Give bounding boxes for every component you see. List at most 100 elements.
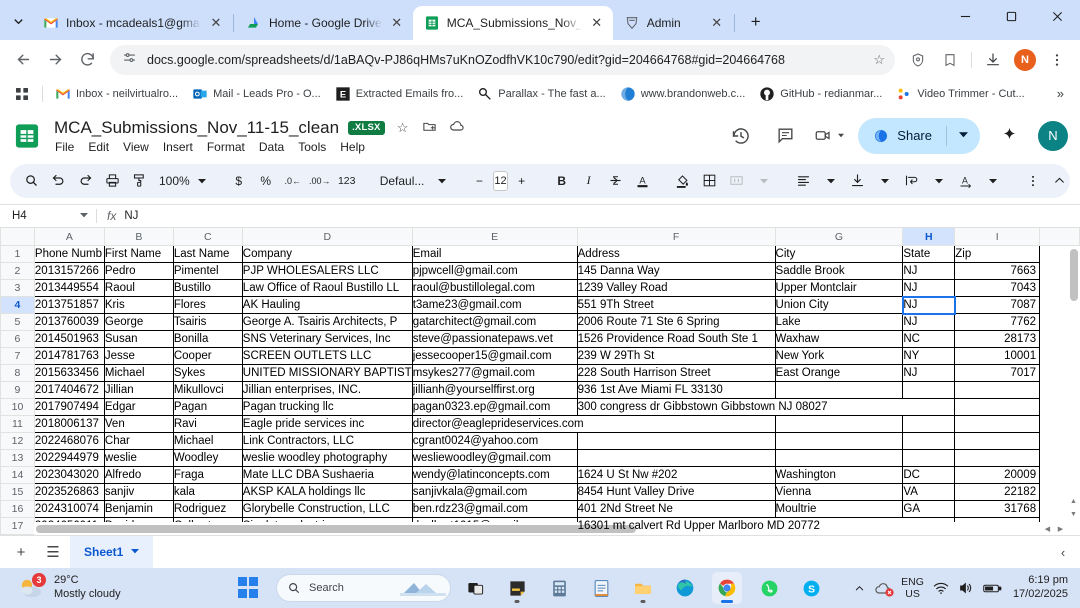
cell-d8[interactable]: UNITED MISSIONARY BAPTIST — [241, 364, 413, 383]
decrease-decimal-button[interactable]: .0 ← — [280, 168, 306, 194]
menu-data[interactable]: Data — [258, 140, 285, 154]
cell-b15[interactable]: sanjiv — [103, 483, 174, 502]
cell-a8[interactable]: 2015633456 — [33, 364, 105, 383]
cell-a6[interactable]: 2014501963 — [33, 330, 105, 349]
row-header-4[interactable]: 4 — [0, 296, 35, 315]
cell-a15[interactable]: 2023526863 — [33, 483, 105, 502]
cell-d5[interactable]: George A. Tsairis Architects, P — [241, 313, 413, 332]
table-row[interactable]: 12 2022468076 Char Michael Link Contract… — [0, 432, 1080, 451]
wifi-icon[interactable] — [933, 581, 949, 595]
row-header-11[interactable]: 11 — [0, 415, 35, 434]
cell-i11[interactable] — [954, 415, 1041, 434]
browser-tab-mca-submissions[interactable]: MCA_Submissions_Nov_11-15_c ✕ — [412, 6, 613, 40]
forward-icon[interactable] — [40, 45, 70, 75]
cell-d1[interactable]: Company — [241, 245, 413, 264]
cell-c8[interactable]: Sykes — [172, 364, 243, 383]
cell-h1[interactable]: State — [902, 245, 956, 264]
cell-b14[interactable]: Alfredo — [103, 466, 174, 485]
table-row[interactable]: 15 2023526863 sanjiv kala AKSP KALA hold… — [0, 483, 1080, 502]
horizontal-align-button[interactable] — [791, 168, 817, 194]
cell-b5[interactable]: George — [103, 313, 174, 332]
menu-help[interactable]: Help — [339, 140, 366, 154]
row-header-14[interactable]: 14 — [0, 466, 35, 485]
currency-format-button[interactable]: $ — [226, 168, 252, 194]
text-rotation-button[interactable]: A — [953, 168, 979, 194]
menu-view[interactable]: View — [122, 140, 150, 154]
cell-b11[interactable]: Ven — [103, 415, 174, 434]
undo-icon[interactable] — [45, 168, 71, 194]
cell-f14[interactable]: 1624 U St Nw #202 — [576, 466, 776, 485]
cell-c3[interactable]: Bustillo — [172, 279, 243, 298]
font-selector[interactable]: Defaul... — [374, 174, 453, 188]
windows-start-icon[interactable] — [238, 577, 260, 599]
table-row[interactable]: 10 2017907494 Edgar Pagan Pagan trucking… — [0, 398, 1080, 417]
cell-f6[interactable]: 1526 Providence Road South Ste 1 — [576, 330, 776, 349]
column-header-f[interactable]: F — [576, 227, 776, 247]
cell-h11[interactable] — [902, 415, 956, 434]
row-header-8[interactable]: 8 — [0, 364, 35, 383]
select-all-corner[interactable] — [0, 227, 35, 247]
cell-g12[interactable] — [774, 432, 904, 451]
cell-h12[interactable] — [902, 432, 956, 451]
cell-h16[interactable]: GA — [902, 500, 956, 519]
cell-i3[interactable]: 7043 — [954, 279, 1041, 298]
cell-d2[interactable]: PJP WHOLESALERS LLC — [241, 262, 413, 281]
table-row[interactable]: 5 2013760039 George Tsairis George A. Ts… — [0, 313, 1080, 332]
table-row[interactable]: 3 2013449554 Raoul Bustillo Law Office o… — [0, 279, 1080, 298]
maximize-icon[interactable] — [988, 0, 1034, 32]
extensions-icon[interactable] — [935, 45, 965, 75]
comment-icon[interactable] — [770, 121, 800, 151]
site-settings-icon[interactable] — [122, 50, 137, 70]
cell-c10[interactable]: Pagan — [172, 398, 243, 417]
cell-f5[interactable]: 2006 Route 71 Ste 6 Spring — [576, 313, 776, 332]
decrease-font-size-button[interactable]: − — [466, 168, 492, 194]
calculator-icon[interactable] — [544, 572, 574, 604]
cell-c11[interactable]: Ravi — [172, 415, 243, 434]
cell-d9[interactable]: Jillian enterprises, INC. — [241, 381, 413, 400]
url-text[interactable]: docs.google.com/spreadsheets/d/1aBAQv-PJ… — [147, 53, 863, 67]
onedrive-offline-icon[interactable] — [874, 581, 894, 597]
cell-h15[interactable]: VA — [902, 483, 956, 502]
sheet-tab-sheet1[interactable]: Sheet1 — [70, 535, 154, 568]
cell-e8[interactable]: msykes277@gmail.com — [411, 364, 578, 383]
cell-g1[interactable]: City — [774, 245, 904, 264]
more-formats-button[interactable]: 123 — [334, 168, 360, 194]
row-header-2[interactable]: 2 — [0, 262, 35, 281]
scroll-down-icon[interactable]: ▼ — [1067, 508, 1080, 521]
cell-b10[interactable]: Edgar — [103, 398, 174, 417]
cell-e14[interactable]: wendy@latinconcepts.com — [411, 466, 578, 485]
menu-file[interactable]: File — [54, 140, 75, 154]
row-header-7[interactable]: 7 — [0, 347, 35, 366]
increase-decimal-button[interactable]: .00 → — [307, 168, 333, 194]
vertical-align-dropdown-icon[interactable] — [872, 168, 898, 194]
redo-icon[interactable] — [72, 168, 98, 194]
cell-h9[interactable] — [902, 381, 956, 400]
cell-e11[interactable]: director@eagleprideservices.com — [411, 415, 776, 434]
back-icon[interactable] — [8, 45, 38, 75]
cell-a2[interactable]: 2013157266 — [33, 262, 105, 281]
version-history-icon[interactable] — [726, 121, 756, 151]
cell-c13[interactable]: Woodley — [172, 449, 243, 468]
cell-b3[interactable]: Raoul — [103, 279, 174, 298]
vertical-align-button[interactable] — [845, 168, 871, 194]
cell-b1[interactable]: First Name — [103, 245, 174, 264]
more-options-icon[interactable] — [1020, 168, 1046, 194]
text-rotation-dropdown-icon[interactable] — [980, 168, 1006, 194]
cell-i2[interactable]: 7663 — [954, 262, 1041, 281]
cell-d3[interactable]: Law Office of Raoul Bustillo LL — [241, 279, 413, 298]
row-header-5[interactable]: 5 — [0, 313, 35, 332]
text-color-button[interactable]: A — [630, 168, 656, 194]
cell-a14[interactable]: 2023043020 — [33, 466, 105, 485]
collapse-toolbar-icon[interactable] — [1047, 168, 1073, 194]
cell-i14[interactable]: 20009 — [954, 466, 1041, 485]
bookmark-github[interactable]: GitHub - redianmar... — [753, 83, 888, 105]
table-row[interactable]: 1 Phone Numb First Name Last Name Compan… — [0, 245, 1080, 264]
browser-tab-admin[interactable]: Admin ✕ — [613, 6, 733, 40]
table-row[interactable]: 4 2013751857 Kris Flores AK Hauling t3am… — [0, 295, 1080, 315]
table-row[interactable]: 14 2023043020 Alfredo Fraga Mate LLC DBA… — [0, 466, 1080, 485]
name-box[interactable]: H4 — [0, 205, 96, 227]
cell-c7[interactable]: Cooper — [172, 347, 243, 366]
row-header-3[interactable]: 3 — [0, 279, 35, 298]
column-header-i[interactable]: I — [954, 227, 1041, 247]
search-input[interactable]: Search — [276, 574, 451, 602]
